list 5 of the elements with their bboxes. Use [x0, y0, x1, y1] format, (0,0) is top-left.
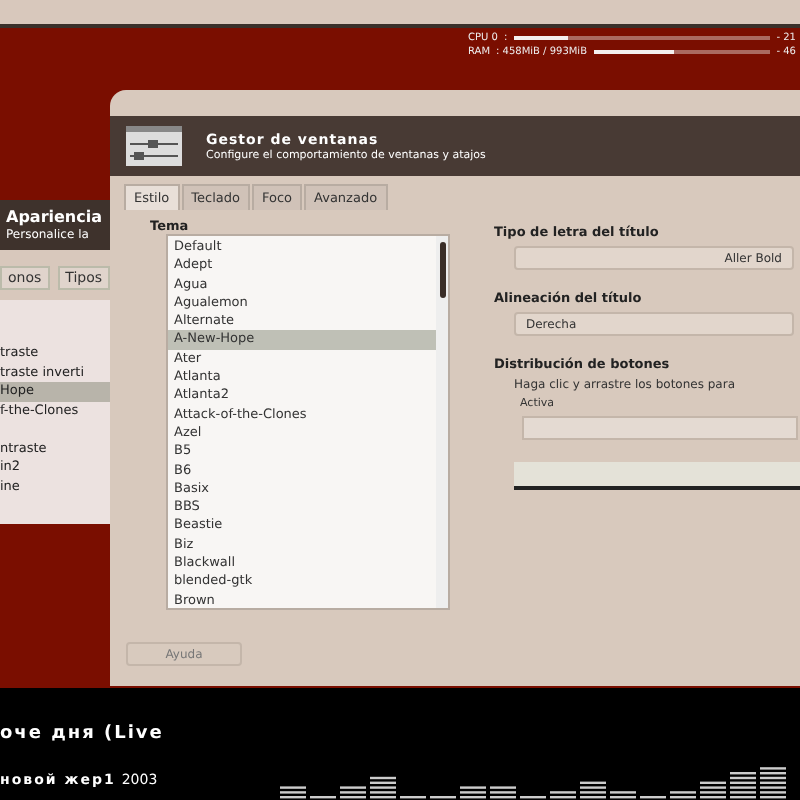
window-title: Apariencia [6, 208, 104, 226]
scrollbar[interactable] [436, 236, 448, 608]
sliders-icon [126, 126, 182, 166]
track-title: оче дня (Live [0, 724, 164, 744]
active-buttons-field[interactable] [522, 416, 798, 440]
